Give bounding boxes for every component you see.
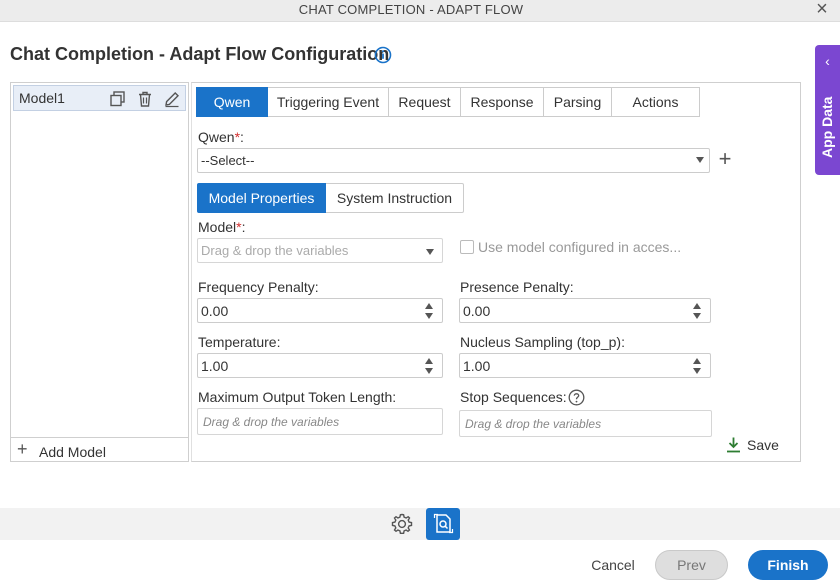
tab-qwen[interactable]: Qwen: [196, 87, 268, 117]
trash-icon[interactable]: [136, 90, 154, 108]
presence-penalty-label: Presence Penalty:: [460, 279, 574, 295]
prev-button[interactable]: Prev: [655, 550, 728, 580]
copy-icon[interactable]: [109, 90, 127, 108]
nucleus-sampling-value: 1.00: [463, 358, 491, 374]
tab-parsing[interactable]: Parsing: [544, 87, 612, 117]
frequency-penalty-label: Frequency Penalty:: [198, 279, 319, 295]
qwen-label: Qwen*:: [198, 129, 244, 145]
add-model-button[interactable]: + Add Model: [11, 437, 188, 462]
tool-strip: [0, 508, 840, 540]
gear-icon[interactable]: [390, 512, 414, 536]
help-icon[interactable]: [568, 389, 585, 406]
save-label: Save: [747, 437, 779, 453]
stepper-arrows-icon[interactable]: [693, 356, 703, 376]
temperature-label: Temperature:: [198, 334, 281, 350]
plus-icon: +: [17, 439, 28, 459]
download-icon: [727, 437, 740, 453]
app-data-label: App Data: [819, 96, 835, 159]
subtab-system-instruction[interactable]: System Instruction: [326, 183, 464, 213]
frequency-penalty-input[interactable]: 0.00: [197, 298, 443, 323]
qwen-connection-select[interactable]: --Select--: [197, 148, 710, 173]
stop-sequences-placeholder: Drag & drop the variables: [465, 417, 602, 431]
model-label: Model1: [19, 90, 65, 106]
tab-response[interactable]: Response: [461, 87, 544, 117]
subtab-model-properties[interactable]: Model Properties: [197, 183, 326, 213]
chevron-left-icon: ‹: [825, 53, 830, 69]
tab-actions[interactable]: Actions: [612, 87, 700, 117]
close-icon[interactable]: ×: [812, 0, 832, 20]
add-model-label: Add Model: [39, 444, 106, 460]
title-bar: CHAT COMPLETION - ADAPT FLOW ×: [0, 0, 840, 22]
stop-sequences-label: Stop Sequences:: [460, 389, 567, 405]
cancel-button[interactable]: Cancel: [586, 551, 640, 579]
configuration-panel: [191, 82, 801, 462]
chevron-down-icon: [426, 249, 434, 255]
nucleus-sampling-input[interactable]: 1.00: [459, 353, 711, 378]
models-panel: Model1 + Add Model: [10, 82, 189, 462]
max-output-token-label: Maximum Output Token Length:: [198, 389, 397, 405]
info-icon[interactable]: [374, 46, 392, 64]
model-list-item[interactable]: Model1: [13, 85, 186, 111]
stepper-arrows-icon[interactable]: [425, 301, 435, 321]
document-search-button[interactable]: [426, 508, 460, 540]
presence-penalty-value: 0.00: [463, 303, 491, 319]
stepper-arrows-icon[interactable]: [425, 356, 435, 376]
temperature-input[interactable]: 1.00: [197, 353, 443, 378]
document-search-icon: [433, 513, 454, 534]
temperature-value: 1.00: [201, 358, 229, 374]
qwen-select-value: --Select--: [201, 153, 255, 168]
use-configured-model-label: Use model configured in acces...: [478, 239, 682, 255]
tab-request[interactable]: Request: [389, 87, 461, 117]
add-connection-plus-icon[interactable]: +: [716, 148, 734, 170]
app-data-panel-toggle[interactable]: ‹ App Data: [815, 45, 840, 175]
model-select[interactable]: Drag & drop the variables: [197, 238, 443, 263]
nucleus-sampling-label: Nucleus Sampling (top_p):: [460, 334, 625, 350]
chevron-down-icon: [696, 157, 704, 163]
tab-triggering-event[interactable]: Triggering Event: [268, 87, 389, 117]
frequency-penalty-value: 0.00: [201, 303, 229, 319]
page-title: Chat Completion - Adapt Flow Configurati…: [10, 44, 390, 64]
model-placeholder: Drag & drop the variables: [201, 243, 349, 258]
max-output-token-input[interactable]: Drag & drop the variables: [197, 408, 443, 435]
stop-sequences-input[interactable]: Drag & drop the variables: [459, 410, 712, 437]
max-output-token-placeholder: Drag & drop the variables: [203, 415, 340, 429]
stepper-arrows-icon[interactable]: [693, 301, 703, 321]
pencil-icon[interactable]: [163, 90, 181, 108]
window-title: CHAT COMPLETION - ADAPT FLOW: [298, 2, 524, 17]
model-label: Model*:: [198, 219, 246, 235]
use-configured-model-checkbox[interactable]: [460, 240, 474, 254]
presence-penalty-input[interactable]: 0.00: [459, 298, 711, 323]
finish-button[interactable]: Finish: [748, 550, 828, 580]
